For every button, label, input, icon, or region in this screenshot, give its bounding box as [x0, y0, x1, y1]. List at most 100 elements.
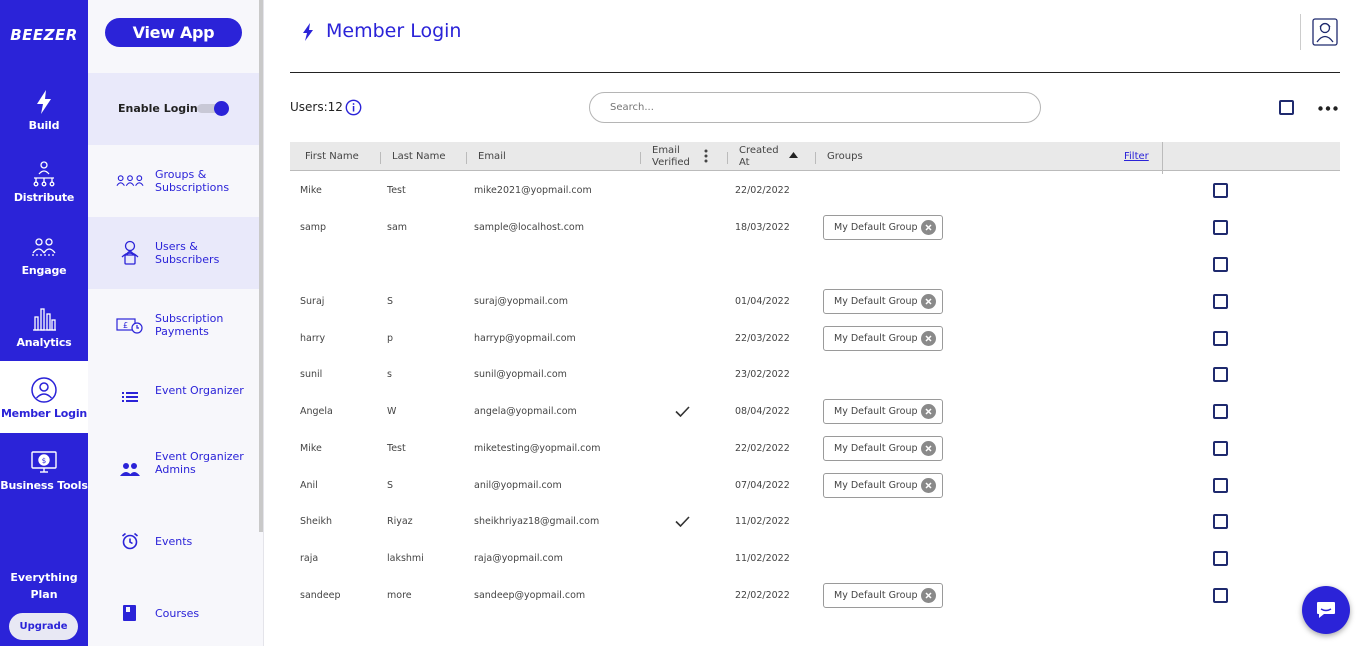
- submenu-item-events[interactable]: Events: [88, 505, 259, 577]
- row-checkbox[interactable]: [1213, 478, 1228, 493]
- row-checkbox[interactable]: [1213, 183, 1228, 198]
- submenu-item-event-organizer-admins[interactable]: Event Organizer Admins: [88, 433, 259, 505]
- row-checkbox[interactable]: [1213, 441, 1228, 456]
- select-all-checkbox[interactable]: [1279, 100, 1294, 115]
- rail-item-label: Distribute: [13, 191, 75, 204]
- group-chip: My Default Group: [823, 473, 943, 498]
- table-row[interactable]: Mike Test mike2021@yopmail.com 22/02/202…: [290, 172, 1340, 209]
- sort-ascending-icon[interactable]: [789, 152, 798, 158]
- rail-item-label: Engage: [21, 264, 67, 277]
- table-row[interactable]: samp sam sample@localhost.com 18/03/2022…: [290, 209, 1340, 246]
- cell-last-name: W: [387, 406, 397, 417]
- cell-first-name: Mike: [300, 185, 322, 196]
- svg-text:£: £: [123, 321, 128, 330]
- column-created-at[interactable]: Created At: [739, 142, 779, 171]
- upgrade-button[interactable]: Upgrade: [9, 613, 78, 640]
- table-row[interactable]: Angela W angela@yopmail.com 08/04/2022 M…: [290, 393, 1340, 430]
- cell-last-name: Riyaz: [387, 516, 413, 527]
- submenu-item-label: Event Organizer: [155, 384, 244, 397]
- table-row[interactable]: sunil s sunil@yopmail.com 23/02/2022: [290, 356, 1340, 393]
- submenu-item-subscription-payments[interactable]: £ Subscription Payments: [88, 289, 259, 361]
- rail-item-business-tools[interactable]: $ Business Tools: [0, 448, 88, 520]
- row-checkbox[interactable]: [1213, 551, 1228, 566]
- table-row[interactable]: sandeep more sandeep@yopmail.com 22/02/2…: [290, 577, 1340, 614]
- column-menu-icon[interactable]: [704, 149, 708, 163]
- info-icon[interactable]: [345, 99, 362, 116]
- row-checkbox[interactable]: [1213, 404, 1228, 419]
- cell-email: miketesting@yopmail.com: [474, 443, 601, 454]
- table-row[interactable]: Suraj S suraj@yopmail.com 01/04/2022 My …: [290, 283, 1340, 320]
- rail-item-build[interactable]: Build: [0, 88, 88, 160]
- book-icon: [116, 599, 144, 627]
- cell-created-at: 22/03/2022: [735, 333, 790, 344]
- row-checkbox[interactable]: [1213, 367, 1228, 382]
- cell-first-name: raja: [300, 553, 319, 564]
- cell-last-name: p: [387, 333, 394, 344]
- filter-link[interactable]: Filter: [1124, 142, 1149, 171]
- rail-item-engage[interactable]: Engage: [0, 233, 88, 305]
- column-last-name[interactable]: Last Name: [392, 142, 446, 171]
- group-chip: My Default Group: [823, 289, 943, 314]
- submenu-item-courses[interactable]: Courses: [88, 577, 259, 649]
- row-checkbox[interactable]: [1213, 257, 1228, 272]
- enable-login-label: Enable Login: [118, 102, 198, 115]
- remove-group-icon[interactable]: [921, 220, 936, 235]
- payments-icon: £: [116, 311, 144, 339]
- column-email-verified[interactable]: Email Verified: [652, 142, 690, 171]
- remove-group-icon[interactable]: [921, 588, 936, 603]
- analytics-icon: [33, 308, 56, 331]
- table-row[interactable]: Anil S anil@yopmail.com 07/04/2022 My De…: [290, 467, 1340, 504]
- rail-item-label: Business Tools: [0, 479, 88, 492]
- column-first-name[interactable]: First Name: [305, 142, 359, 171]
- group-chip: My Default Group: [823, 583, 943, 608]
- row-checkbox[interactable]: [1213, 588, 1228, 603]
- cell-created-at: 18/03/2022: [735, 222, 790, 233]
- cell-created-at: 01/04/2022: [735, 296, 790, 307]
- submenu-item-groups-subscriptions[interactable]: Groups & Subscriptions: [88, 145, 259, 217]
- table-row[interactable]: harry p harryp@yopmail.com 22/03/2022 My…: [290, 320, 1340, 357]
- table-row[interactable]: raja lakshmi raja@yopmail.com 11/02/2022: [290, 540, 1340, 577]
- cell-email: raja@yopmail.com: [474, 553, 563, 564]
- enable-login-toggle[interactable]: [197, 101, 229, 116]
- row-checkbox[interactable]: [1213, 331, 1228, 346]
- column-email[interactable]: Email: [478, 142, 506, 171]
- submenu-scrollbar[interactable]: [259, 0, 263, 532]
- cell-first-name: harry: [300, 333, 326, 344]
- row-checkbox[interactable]: [1213, 514, 1228, 529]
- rail-item-member-login[interactable]: Member Login: [0, 361, 88, 433]
- column-groups[interactable]: Groups: [827, 142, 863, 171]
- more-options-button[interactable]: [1316, 98, 1340, 118]
- cell-first-name: Mike: [300, 443, 322, 454]
- chat-support-button[interactable]: [1302, 586, 1350, 634]
- remove-group-icon[interactable]: [921, 331, 936, 346]
- cell-last-name: lakshmi: [387, 553, 424, 564]
- submenu-item-users-subscribers[interactable]: Users & Subscribers: [88, 217, 259, 289]
- user-lock-icon: [116, 239, 144, 267]
- remove-group-icon[interactable]: [921, 478, 936, 493]
- view-app-button[interactable]: View App: [105, 18, 242, 47]
- remove-group-icon[interactable]: [921, 294, 936, 309]
- remove-group-icon[interactable]: [921, 404, 936, 419]
- table-header: First Name Last Name Email Email Verifie…: [290, 142, 1340, 174]
- submenu-item-event-organizer[interactable]: Event Organizer: [88, 361, 259, 433]
- profile-button[interactable]: [1300, 14, 1338, 50]
- page-title: Member Login: [326, 20, 462, 42]
- cell-created-at: 22/02/2022: [735, 185, 790, 196]
- cell-email: anil@yopmail.com: [474, 480, 562, 491]
- cell-email: suraj@yopmail.com: [474, 296, 568, 307]
- cell-created-at: 11/02/2022: [735, 553, 790, 564]
- cell-email: sunil@yopmail.com: [474, 369, 567, 380]
- row-checkbox[interactable]: [1213, 294, 1228, 309]
- submenu-item-label: Groups & Subscriptions: [155, 168, 230, 194]
- search-input[interactable]: [589, 92, 1041, 123]
- bolt-icon: [37, 90, 51, 114]
- table-row[interactable]: Sheikh Riyaz sheikhriyaz18@gmail.com 11/…: [290, 503, 1340, 540]
- table-row[interactable]: Mike Test miketesting@yopmail.com 22/02/…: [290, 430, 1340, 467]
- cell-created-at: 08/04/2022: [735, 406, 790, 417]
- chat-bubble-icon: [1317, 602, 1335, 618]
- remove-group-icon[interactable]: [921, 441, 936, 456]
- main-nav-rail: BEEZER Build Distribute Engage Analytics…: [0, 0, 88, 646]
- rail-item-distribute[interactable]: Distribute: [0, 160, 88, 232]
- row-checkbox[interactable]: [1213, 220, 1228, 235]
- table-row[interactable]: [290, 246, 1340, 283]
